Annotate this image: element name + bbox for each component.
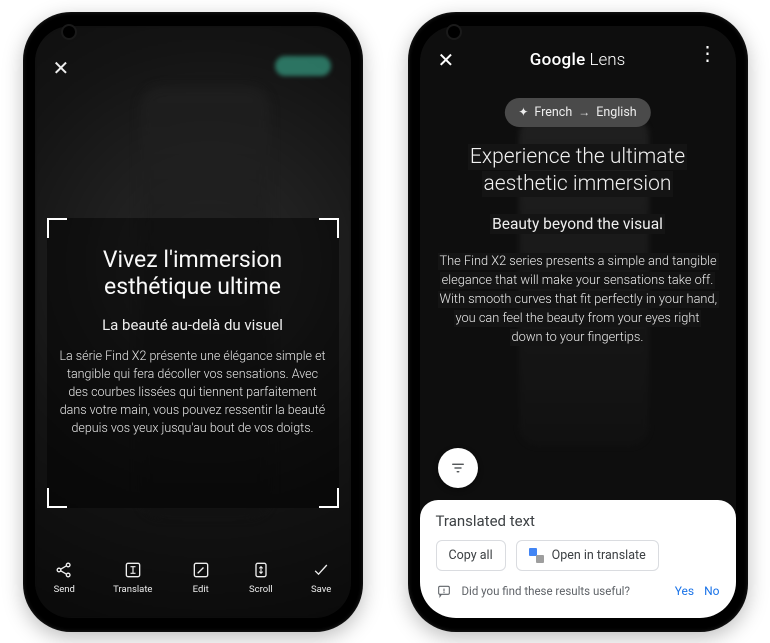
send-button[interactable]: Send (54, 560, 75, 595)
sheet-actions: Copy all Open in translate (436, 540, 720, 571)
language-selector[interactable]: ✦ French → English (504, 98, 650, 127)
feedback-icon (436, 583, 452, 599)
check-icon (311, 560, 331, 580)
feedback-no[interactable]: No (704, 584, 719, 598)
crop-handle-bl[interactable] (47, 488, 67, 508)
bottom-sheet[interactable]: Translated text Copy all Open in transla… (420, 500, 736, 618)
phone-left: ✕ Vivez l'immersion esthétique ultime La… (23, 12, 363, 632)
screen-left: ✕ Vivez l'immersion esthétique ultime La… (35, 26, 351, 618)
close-icon[interactable]: ✕ (438, 48, 455, 72)
front-camera (448, 26, 460, 38)
crop-handle-br[interactable] (319, 488, 339, 508)
save-label: Save (311, 584, 331, 595)
translate-app-icon (529, 548, 544, 563)
app-brand: Google Lens (530, 50, 625, 70)
screen-right: ✕ Google Lens ⋮ ✦ French → English Exper… (420, 26, 736, 618)
filter-icon (449, 459, 467, 477)
brand-lens: Lens (590, 50, 626, 70)
translate-icon (123, 560, 143, 580)
translate-button[interactable]: Translate (113, 560, 152, 595)
top-bar: ✕ Google Lens ⋮ (420, 42, 736, 78)
scroll-icon (251, 560, 271, 580)
sheet-title: Translated text (436, 512, 720, 530)
body-copy: The Find X2 series presents a simple and… (438, 253, 718, 348)
edit-icon (191, 560, 211, 580)
action-pill[interactable] (275, 56, 331, 76)
headline: Experience the ultimate aesthetic immers… (438, 144, 718, 199)
feedback-row: Did you find these results useful? Yes N… (436, 583, 720, 599)
source-language: French (534, 105, 572, 120)
edit-button[interactable]: Edit (191, 560, 211, 595)
crop-handle-tr[interactable] (319, 218, 339, 238)
filter-fab[interactable] (438, 448, 478, 488)
crop-frame[interactable] (47, 218, 339, 508)
brand-google: Google (530, 50, 586, 70)
feedback-yes[interactable]: Yes (675, 584, 694, 598)
edit-label: Edit (193, 584, 209, 595)
phone-right: ✕ Google Lens ⋮ ✦ French → English Exper… (408, 12, 748, 632)
send-label: Send (54, 584, 75, 595)
auto-detect-icon: ✦ (518, 105, 528, 119)
close-icon[interactable]: ✕ (53, 56, 70, 80)
feedback-question: Did you find these results useful? (462, 584, 630, 598)
scroll-label: Scroll (249, 584, 273, 595)
subheadline: Beauty beyond the visual (438, 215, 718, 233)
scroll-button[interactable]: Scroll (249, 560, 273, 595)
share-icon (54, 560, 74, 580)
overflow-icon[interactable]: ⋮ (698, 48, 718, 58)
copy-all-label: Copy all (449, 548, 493, 563)
save-button[interactable]: Save (311, 560, 331, 595)
arrow-right-icon: → (578, 105, 590, 119)
bottom-toolbar: Send Translate Edit Scroll Save (35, 548, 351, 608)
translated-overlay: Experience the ultimate aesthetic immers… (438, 144, 718, 348)
open-translate-label: Open in translate (552, 548, 646, 563)
crop-handle-tl[interactable] (47, 218, 67, 238)
target-language: English (596, 105, 636, 120)
copy-all-button[interactable]: Copy all (436, 540, 506, 571)
translate-label: Translate (113, 584, 152, 595)
front-camera (63, 26, 75, 38)
open-translate-button[interactable]: Open in translate (516, 540, 659, 571)
